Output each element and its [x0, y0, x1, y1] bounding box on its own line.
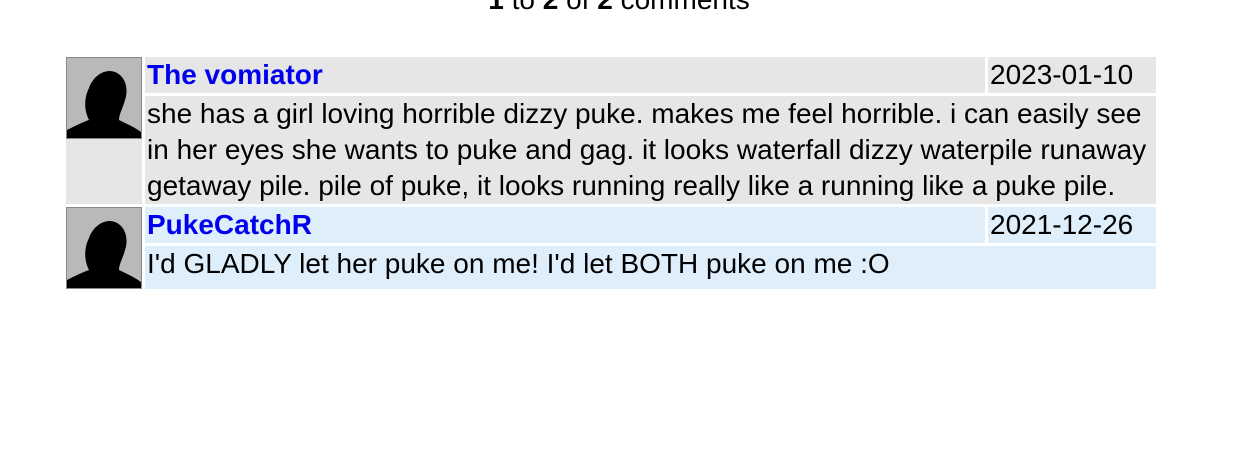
avatar[interactable]	[66, 57, 142, 139]
author-link[interactable]: PukeCatchR	[147, 209, 312, 240]
author-link[interactable]: The vomiator	[147, 59, 323, 90]
comment-date: 2021-12-26	[988, 207, 1156, 243]
range-to-word: to	[512, 0, 535, 15]
avatar-cell	[66, 57, 142, 204]
author-cell: PukeCatchR	[145, 207, 985, 243]
count-suffix: comments	[621, 0, 750, 15]
comment-count-summary: 1 to 2 of 2 comments	[0, 0, 1238, 16]
range-end: 2	[543, 0, 559, 15]
avatar[interactable]	[66, 207, 142, 289]
range-start: 1	[488, 0, 504, 15]
comment-body-row: she has a girl loving horrible dizzy puk…	[66, 96, 1156, 204]
author-cell: The vomiator	[145, 57, 985, 93]
silhouette-avatar-icon	[67, 58, 141, 138]
comment-header-row: PukeCatchR 2021-12-26	[66, 207, 1156, 289]
total-count: 2	[597, 0, 613, 15]
comment-text: she has a girl loving horrible dizzy puk…	[145, 96, 1156, 204]
range-of-word: of	[566, 0, 589, 15]
avatar-cell	[66, 207, 142, 289]
comment-text: I'd GLADLY let her puke on me! I'd let B…	[145, 246, 1156, 289]
silhouette-avatar-icon	[67, 208, 141, 288]
comment-date: 2023-01-10	[988, 57, 1156, 93]
comments-table: The vomiator 2023-01-10 she has a girl l…	[63, 54, 1159, 292]
comments-page: 1 to 2 of 2 comments The vomiator 2023-0…	[0, 0, 1238, 454]
comment-body-row: I'd GLADLY let her puke on me! I'd let B…	[66, 246, 1156, 289]
comment-header-row: The vomiator 2023-01-10	[66, 57, 1156, 204]
